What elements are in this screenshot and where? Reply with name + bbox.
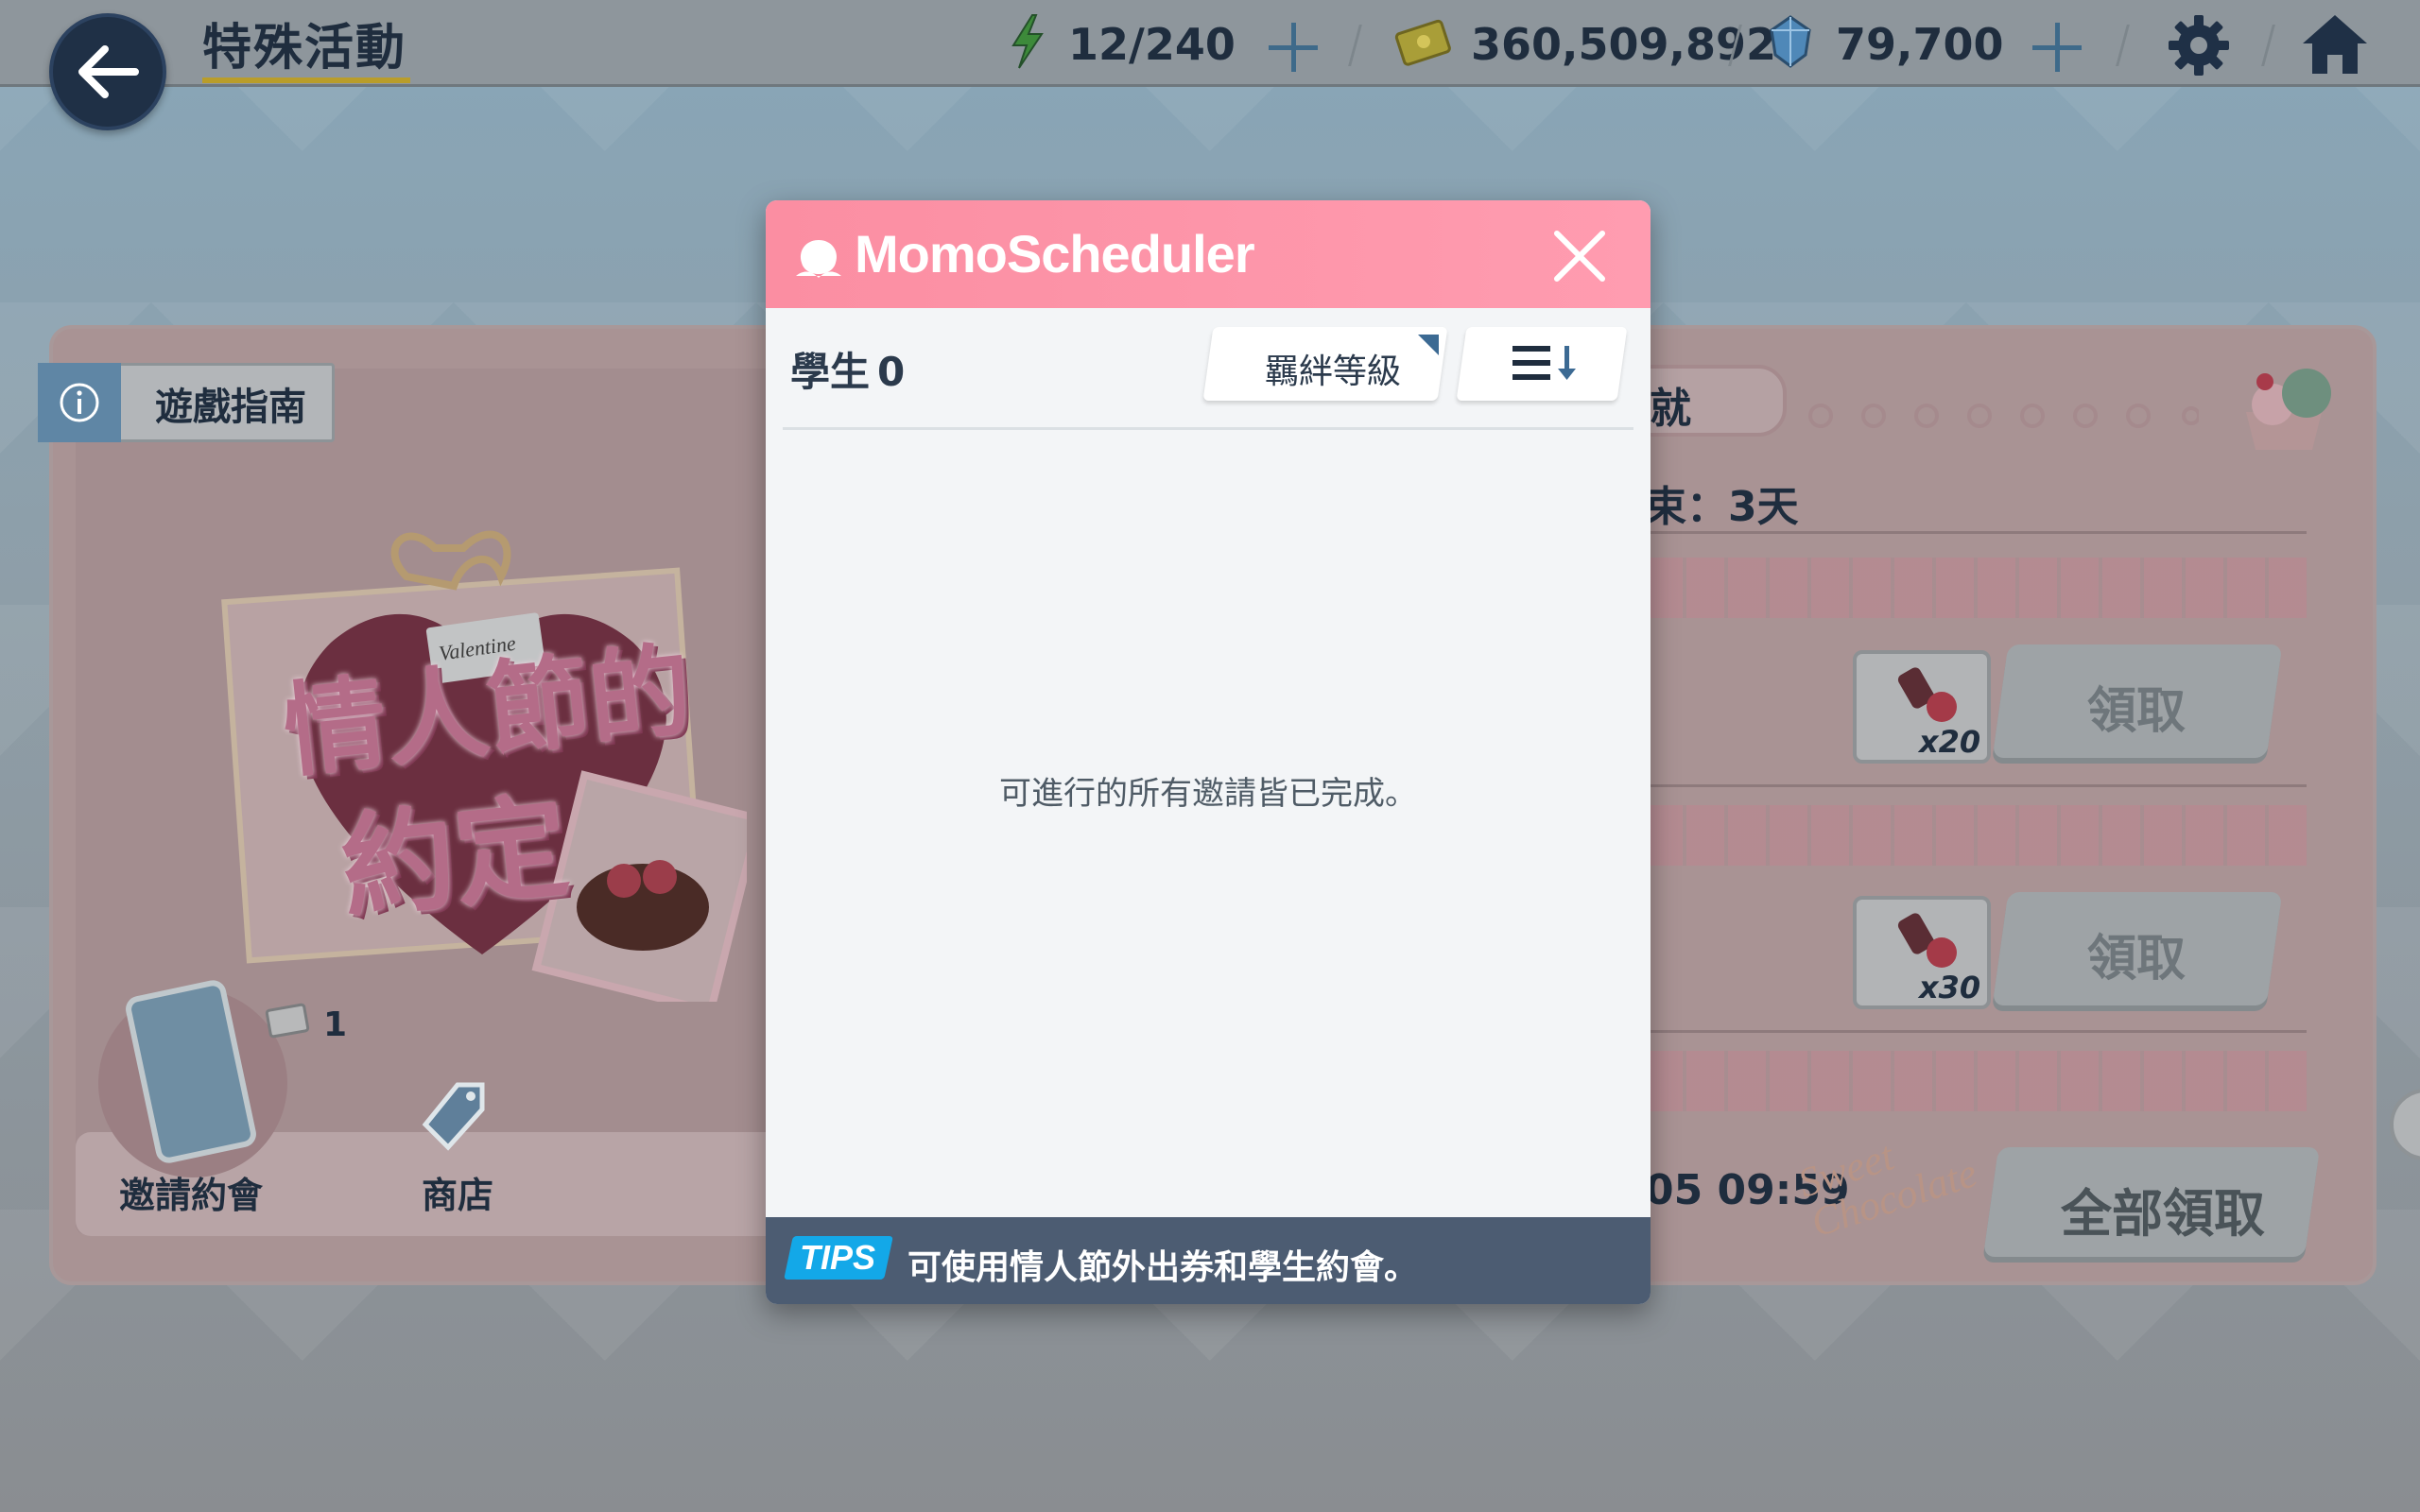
event-logo-line2: 約定 bbox=[335, 781, 575, 936]
reward-qty: x30 bbox=[1919, 970, 1981, 1005]
credit-icon bbox=[1394, 19, 1451, 66]
close-icon[interactable] bbox=[1550, 227, 1607, 284]
tips-text: 可使用情人節外出券和學生約會。 bbox=[908, 1248, 1419, 1287]
stamina-icon bbox=[1011, 14, 1044, 69]
divider bbox=[1645, 1030, 2307, 1033]
event-end-text: 束：3天 bbox=[1645, 483, 1799, 531]
side-scroll-handle[interactable] bbox=[2388, 1087, 2420, 1162]
peach-icon bbox=[796, 240, 841, 278]
empty-state-message: 可進行的所有邀請皆已完成。 bbox=[999, 775, 1417, 813]
claim-all-label: 全部領取 bbox=[2061, 1184, 2265, 1244]
dialog-title: MomoScheduler bbox=[855, 224, 1255, 284]
tag-icon bbox=[422, 1082, 485, 1151]
reward-stripe bbox=[1645, 558, 2307, 618]
student-count: 0 bbox=[877, 349, 906, 395]
pyroxene-value: 79,700 bbox=[1836, 19, 2004, 70]
back-button[interactable] bbox=[49, 13, 166, 130]
info-icon-box bbox=[38, 363, 121, 442]
momo-scheduler-dialog: MomoScheduler 學生 0 羈絆等級 可進行的所有邀請皆已完成。 TIP… bbox=[766, 200, 1651, 1304]
student-label: 學生 bbox=[790, 349, 871, 395]
pyroxene-icon bbox=[1770, 15, 1811, 68]
claim-button-label: 領取 bbox=[2087, 931, 2187, 988]
shop-label[interactable]: 商店 bbox=[422, 1166, 493, 1218]
claim-button-label: 領取 bbox=[2087, 683, 2187, 740]
page-title: 特殊活動 bbox=[202, 20, 407, 77]
info-icon bbox=[60, 383, 99, 422]
add-pyroxene-button[interactable] bbox=[2031, 21, 2083, 74]
add-stamina-button[interactable] bbox=[1267, 21, 1320, 74]
gear-icon[interactable] bbox=[2165, 11, 2233, 79]
ticket-icon bbox=[265, 1003, 310, 1039]
arrow-left-icon bbox=[78, 45, 139, 98]
title-underline bbox=[202, 77, 410, 83]
divider bbox=[1645, 784, 2307, 787]
home-icon[interactable] bbox=[2299, 11, 2371, 77]
sort-dropdown-label: 羈絆等級 bbox=[1265, 352, 1402, 391]
tips-badge-label: TIPS bbox=[800, 1238, 876, 1277]
divider bbox=[1645, 531, 2307, 534]
reward-qty: x20 bbox=[1919, 724, 1981, 760]
ring-binder-decoration bbox=[1808, 404, 2199, 428]
sort-order-icon bbox=[1512, 346, 1576, 380]
achievement-tab-label: 就 bbox=[1650, 385, 1691, 433]
reward-stripe bbox=[1645, 1051, 2307, 1111]
invite-date-label[interactable]: 邀請約會 bbox=[119, 1166, 263, 1218]
game-guide-label: 遊戲指南 bbox=[155, 386, 306, 429]
student-count-label: 學生 0 bbox=[790, 340, 905, 398]
dropdown-corner-icon bbox=[1418, 335, 1439, 355]
cupcake-icon bbox=[2246, 369, 2331, 450]
ticket-count: 1 bbox=[323, 1005, 348, 1044]
stamina-value: 12/240 bbox=[1068, 19, 1236, 70]
reward-stripe bbox=[1645, 805, 2307, 866]
dialog-divider bbox=[783, 427, 1634, 430]
